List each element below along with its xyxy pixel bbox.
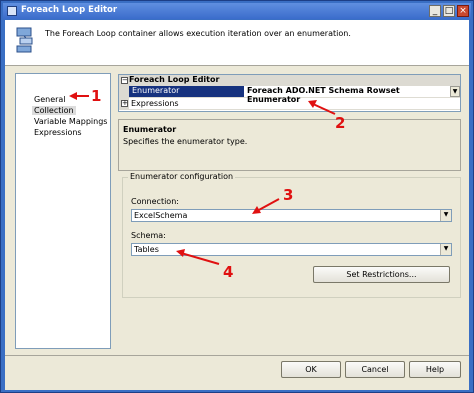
enumerator-value[interactable]: Foreach ADO.NET Schema Rowset Enumerator xyxy=(245,86,450,104)
property-category: − Foreach Loop Editor xyxy=(119,75,460,86)
dialog-client-area: The Foreach Loop container allows execut… xyxy=(5,20,469,390)
connection-value: ExcelSchema xyxy=(134,211,188,220)
annotation-1: 1 xyxy=(91,87,102,105)
property-row-expressions[interactable]: + Expressions xyxy=(119,98,460,110)
dialog-header: The Foreach Loop container allows execut… xyxy=(5,20,469,66)
connection-label: Connection: xyxy=(131,197,179,206)
footer-divider xyxy=(5,355,469,356)
help-button[interactable]: Help xyxy=(409,361,461,378)
connection-select[interactable]: ExcelSchema ▼ xyxy=(131,209,452,222)
close-button[interactable]: × xyxy=(457,5,469,17)
schema-label: Schema: xyxy=(131,231,166,240)
ok-button[interactable]: OK xyxy=(281,361,341,378)
property-category-label: Foreach Loop Editor xyxy=(129,75,220,84)
group-legend: Enumerator configuration xyxy=(128,172,236,181)
property-grid: − Foreach Loop Editor Enumerator Foreach… xyxy=(118,74,461,112)
window-icon xyxy=(7,6,17,16)
collapse-icon[interactable]: − xyxy=(121,77,128,84)
foreach-container-icon xyxy=(16,27,33,53)
dialog-window: Foreach Loop Editor _ □ × The Foreach Lo… xyxy=(0,0,474,393)
chevron-down-icon[interactable]: ▼ xyxy=(450,86,460,97)
schema-value: Tables xyxy=(134,245,159,254)
chevron-down-icon[interactable]: ▼ xyxy=(440,244,451,255)
annotation-4: 4 xyxy=(223,263,234,281)
nav-item-expressions[interactable]: Expressions xyxy=(34,128,82,137)
property-name[interactable]: Enumerator xyxy=(129,86,244,97)
annotation-3: 3 xyxy=(283,186,294,204)
property-help-panel: Enumerator Specifies the enumerator type… xyxy=(118,119,461,171)
cancel-button[interactable]: Cancel xyxy=(345,361,405,378)
header-description: The Foreach Loop container allows execut… xyxy=(45,29,351,38)
chevron-down-icon[interactable]: ▼ xyxy=(440,210,451,221)
annotation-2: 2 xyxy=(335,114,346,132)
title-bar[interactable]: Foreach Loop Editor _ □ × xyxy=(3,3,471,19)
property-row-enumerator[interactable]: Enumerator Foreach ADO.NET Schema Rowset… xyxy=(119,86,460,104)
property-name[interactable]: Expressions xyxy=(131,99,179,108)
minimize-button[interactable]: _ xyxy=(429,5,441,17)
set-restrictions-button[interactable]: Set Restrictions... xyxy=(313,266,450,283)
nav-list: General Collection Variable Mappings Exp… xyxy=(15,73,111,349)
nav-item-collection[interactable]: Collection xyxy=(32,106,76,115)
maximize-button[interactable]: □ xyxy=(443,5,455,17)
window-title: Foreach Loop Editor xyxy=(21,5,118,15)
help-description: Specifies the enumerator type. xyxy=(123,137,248,146)
expand-icon[interactable]: + xyxy=(121,100,128,107)
help-title: Enumerator xyxy=(123,125,177,134)
nav-item-variable-mappings[interactable]: Variable Mappings xyxy=(34,117,107,126)
schema-select[interactable]: Tables ▼ xyxy=(131,243,452,256)
nav-item-general[interactable]: General xyxy=(34,95,66,104)
